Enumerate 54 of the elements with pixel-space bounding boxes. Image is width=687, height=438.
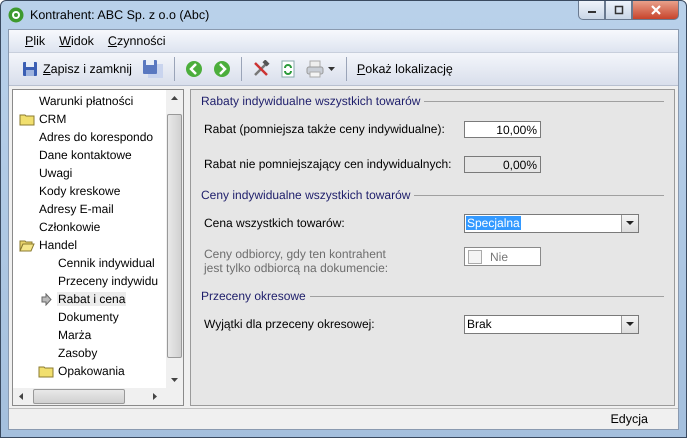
tree-item[interactable]: Rabat i cena <box>57 292 126 306</box>
scroll-down-icon <box>171 378 178 382</box>
dropdown-value: Brak <box>466 317 493 331</box>
tree-item[interactable]: Uwagi <box>38 166 74 180</box>
tree-item[interactable]: Adresy E-mail <box>38 202 115 216</box>
horizontal-scrollbar[interactable] <box>13 388 183 405</box>
status-text: Edycja <box>610 412 648 426</box>
tree-item[interactable]: Dane kontaktowe <box>38 148 133 162</box>
dropdown-arrow-icon <box>626 221 634 225</box>
field-label: Wyjątki dla przeceny okresowej: <box>204 317 376 331</box>
tree-item[interactable]: Zasoby <box>57 346 98 360</box>
field-label: Cena wszystkich towarów: <box>204 216 346 230</box>
tree-item[interactable]: Dokumenty <box>57 310 120 324</box>
close-icon <box>650 5 662 15</box>
tree-item[interactable]: Adres do korespondo <box>38 130 154 144</box>
menu-item[interactable]: Czynności <box>108 34 166 48</box>
section-title: Przeceny okresowe <box>201 289 306 303</box>
tree-item[interactable]: Przeceny indywidu <box>57 274 160 288</box>
floppy-disks-icon <box>142 59 164 79</box>
save-and-close-button[interactable]: Zapisz i zamknij <box>19 59 135 79</box>
field-label: Ceny odbiorcy, gdy ten kontrahent jest tylko odbiorcą na dokumencie: <box>204 247 390 275</box>
input-field[interactable]: 10,00% <box>464 120 541 138</box>
tree-item[interactable]: Członkowie <box>38 220 102 234</box>
close-button[interactable] <box>632 1 679 20</box>
maximize-icon <box>614 5 624 15</box>
tree-item[interactable]: Opakowania <box>57 364 126 378</box>
refresh-document-icon <box>280 60 296 78</box>
tree-item[interactable]: Cennik indywidual <box>57 256 156 270</box>
dropdown[interactable]: Brak <box>464 314 639 334</box>
tree-item[interactable]: CRM <box>38 112 68 126</box>
tree-item[interactable]: Kody kreskowe <box>38 184 122 198</box>
scroll-up-icon <box>171 96 178 100</box>
checkbox-label: Nie <box>490 250 508 264</box>
scroll-right-icon <box>153 393 157 400</box>
tree-item[interactable]: Marża <box>57 328 92 342</box>
scroll-left-icon <box>19 393 23 400</box>
dropdown-arrow-icon <box>626 322 634 326</box>
tree-item[interactable]: Handel <box>38 238 78 252</box>
app-logo-icon <box>8 7 24 23</box>
field-label: Rabat nie pomniejszający cen indywidualnych: <box>204 157 452 171</box>
dropdown-value: Specjalna <box>466 216 521 230</box>
hammer-wrench-icon <box>252 60 270 78</box>
vertical-scrollbar[interactable] <box>166 90 183 388</box>
section-title: Rabaty indywidualne wszystkich towarów <box>201 94 420 108</box>
minimize-button[interactable] <box>578 1 605 20</box>
window-title: Kontrahent: ABC Sp. z o.o (Abc) <box>30 8 210 22</box>
tree-item[interactable]: Warunki płatności <box>38 94 134 108</box>
menu-item[interactable]: Plik <box>25 34 46 48</box>
maximize-button[interactable] <box>605 1 632 20</box>
show-location-button[interactable]: Pokaż lokalizację <box>354 60 456 78</box>
menu-item[interactable]: Widok <box>59 34 94 48</box>
printer-icon <box>306 60 336 78</box>
field-label: Rabat (pomniejsza także ceny indywidualne): <box>204 122 446 136</box>
section-title: Ceny indywidualne wszystkich towarów <box>201 188 410 202</box>
